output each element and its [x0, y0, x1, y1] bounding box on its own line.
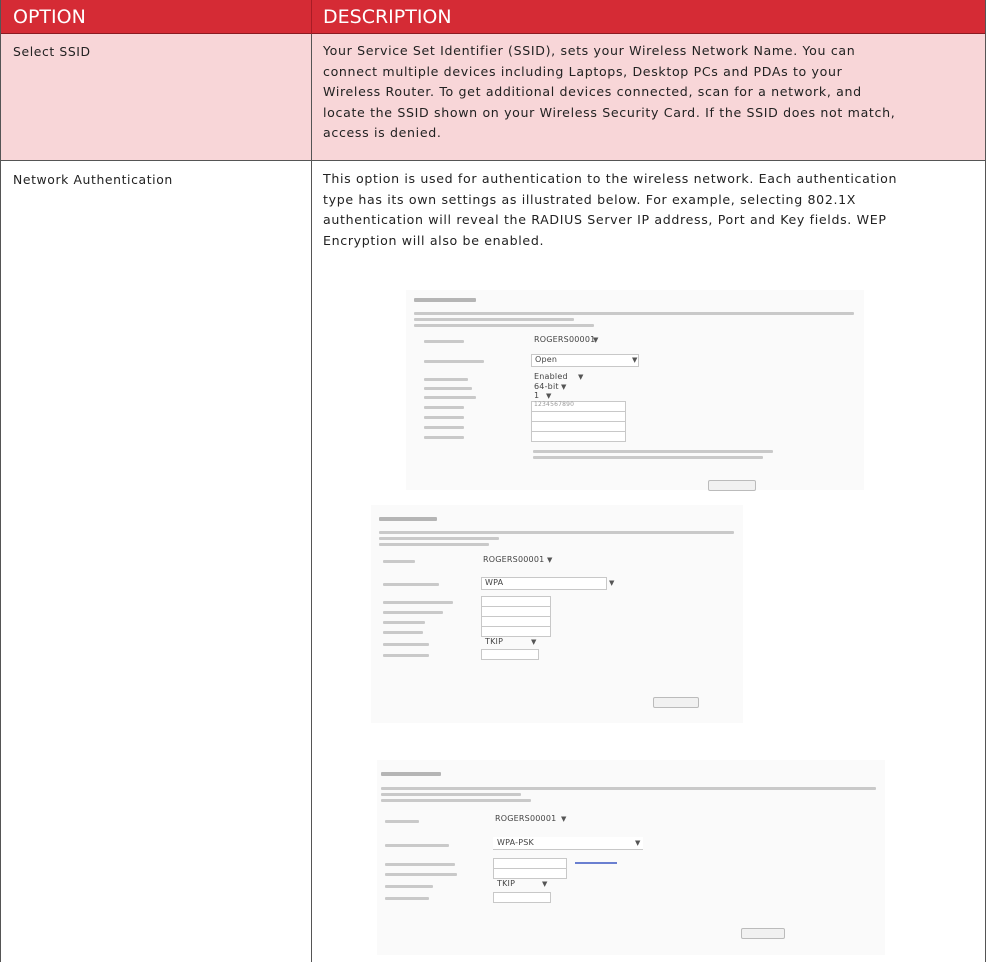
description-line: access is denied. [323, 125, 442, 140]
header-divider [311, 0, 312, 34]
table-row: Select SSID Your Service Set Identifier … [1, 34, 985, 161]
ssid-select-value: ROGERS00001 [483, 555, 545, 564]
description-line: locate the SSID shown on your Wireless S… [323, 104, 896, 120]
description-network-authentication: This option is used for authentication t… [323, 169, 975, 251]
auth-select-value: Open [535, 355, 558, 364]
wpa-encryption-value: TKIP [485, 637, 504, 646]
current-key-value: 1 [534, 391, 540, 400]
ssid-select-value: ROGERS00001 [495, 814, 557, 823]
table-header: OPTION DESCRIPTION [1, 0, 985, 34]
auth-select-value: WPA [485, 578, 504, 587]
options-table: OPTION DESCRIPTION Select SSID Your Serv… [0, 0, 986, 962]
option-column-header: OPTION [13, 6, 86, 28]
description-line: type has its own settings as illustrated… [323, 191, 857, 207]
network-key-1-value: 1234567890 [534, 401, 575, 408]
auth-select-value: WPA-PSK [497, 838, 534, 847]
option-label-select-ssid: Select SSID [13, 44, 91, 59]
description-line: Your Service Set Identifier (SSID), sets… [323, 43, 856, 58]
wireless-security-screenshot-wpa: ROGERS00001 ▼ WPA ▼ TKIP ▼ [371, 505, 743, 723]
description-line: This option is used for authentication t… [323, 171, 898, 186]
wep-select-value: Enabled [534, 372, 568, 381]
description-line: Wireless Router. To get additional devic… [323, 84, 862, 99]
wireless-security-screenshot-open: ROGERS00001 ▼ Open ▼ Enabled ▼ 64-bit ▼ … [406, 290, 864, 491]
wpa-encryption-value: TKIP [497, 879, 516, 888]
description-line: Encryption will also be enabled. [323, 232, 545, 248]
ssid-select-value: ROGERS00001 [534, 335, 596, 344]
description-column-header: DESCRIPTION [323, 6, 452, 28]
option-label-network-authentication: Network Authentication [13, 172, 173, 187]
column-divider [311, 34, 312, 962]
key-length-value: 64-bit [534, 382, 559, 391]
description-line: connect multiple devices including Lapto… [323, 63, 843, 79]
description-select-ssid: Your Service Set Identifier (SSID), sets… [323, 41, 975, 144]
wireless-security-screenshot-wpa-psk: ROGERS00001 ▼ WPA-PSK ▼ TKIP ▼ [377, 760, 885, 955]
description-line: authentication will reveal the RADIUS Se… [323, 212, 887, 227]
